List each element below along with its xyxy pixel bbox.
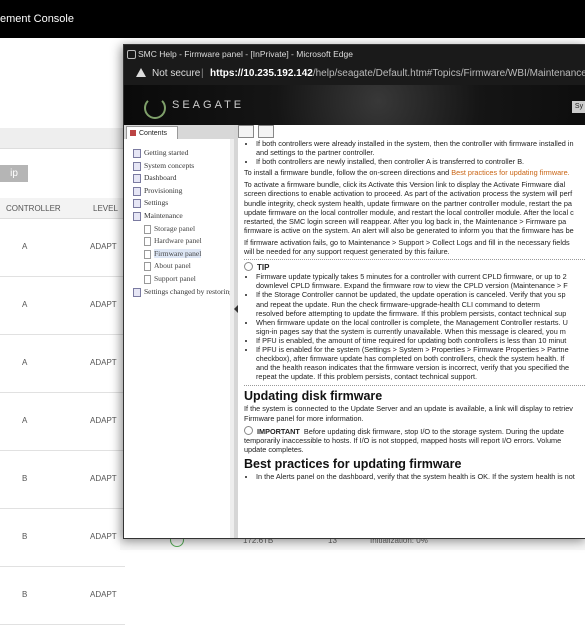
cell-level: ADAPT: [90, 358, 117, 367]
toc-item[interactable]: Maintenance: [144, 211, 183, 220]
toc-item[interactable]: Settings changed by restoring d: [144, 287, 239, 296]
cell-level: ADAPT: [90, 590, 117, 599]
cell-controller: A: [22, 300, 28, 309]
cell-controller: B: [22, 590, 28, 599]
toolbar-button-right[interactable]: [258, 125, 274, 138]
address-bar[interactable]: Not secure | https://10.235.192.142/help…: [124, 63, 585, 85]
warning-icon: [136, 68, 146, 77]
book-icon: [133, 174, 141, 184]
table-row[interactable]: B ADAPT: [0, 450, 125, 509]
table-row[interactable]: A ADAPT: [0, 276, 125, 335]
url-host: https://10.235.192.142: [210, 68, 313, 79]
important-icon: [244, 425, 253, 435]
cell-controller: B: [22, 532, 28, 541]
book-icon: [133, 287, 141, 297]
book-icon: [133, 149, 141, 158]
cell-level: ADAPT: [90, 416, 117, 425]
table-row[interactable]: A ADAPT: [0, 392, 125, 451]
url-path: /help/seagate/Default.htm#Topics/Firmwar…: [312, 68, 585, 79]
important-label: IMPORTANT: [257, 426, 300, 436]
cell-controller: B: [22, 474, 28, 483]
topic-page-icon: [144, 249, 151, 259]
activate-paragraph: To activate a firmware bundle, click its…: [244, 180, 574, 235]
important-paragraph: IMPORTANT Before updating disk firmware,…: [244, 425, 564, 454]
system-button[interactable]: Sy: [572, 101, 585, 113]
background-tab-strip: [0, 128, 125, 149]
cell-controller: A: [22, 358, 28, 367]
toc-item[interactable]: System concepts: [144, 161, 194, 170]
table-row[interactable]: A ADAPT: [0, 334, 125, 393]
table-row[interactable]: B ADAPT: [0, 508, 125, 567]
window-title: SMC Help - Firmware panel - [InPrivate] …: [138, 49, 353, 59]
toc-item[interactable]: Support panel: [154, 274, 196, 283]
toc-tabbar: Contents: [124, 125, 234, 139]
table-row[interactable]: B ADAPT: [0, 566, 125, 625]
best-practices-link[interactable]: Best practices for updating firmware.: [451, 168, 569, 177]
cell-level: ADAPT: [90, 300, 117, 309]
topic-page-icon: [144, 224, 151, 234]
tab-contents[interactable]: Contents: [126, 126, 178, 139]
contents-tab-icon: [130, 130, 136, 136]
background-app-title: ement Console: [0, 13, 74, 25]
help-article: If both controllers were already install…: [244, 139, 585, 483]
seagate-logo-icon: [144, 97, 166, 119]
background-app-titlebar: [0, 0, 585, 38]
window-titlebar: SMC Help - Firmware panel - [InPrivate] …: [124, 45, 585, 63]
cell-controller: A: [22, 416, 28, 425]
tab-contents-label: Contents: [139, 130, 168, 137]
tip-item: If the Storage Controller cannot be upda…: [256, 290, 585, 317]
toc-item[interactable]: Settings: [144, 198, 168, 207]
help-browser-window: SMC Help - Firmware panel - [InPrivate] …: [123, 44, 585, 539]
cell-level: ADAPT: [90, 242, 117, 251]
fail-paragraph: If firmware activation fails, go to Main…: [244, 237, 570, 257]
tip-item: If PFU is enabled for the system (Settin…: [256, 345, 585, 381]
toc-item[interactable]: Storage panel: [154, 224, 195, 233]
column-header-controller[interactable]: CONTROLLER: [6, 204, 61, 213]
heading-updating-disk-firmware: Updating disk firmware: [244, 389, 383, 404]
disk-paragraph: If the system is connected to the Update…: [244, 404, 573, 423]
not-secure-label[interactable]: Not secure: [152, 68, 200, 79]
topic-page-icon: [144, 262, 151, 272]
content-toolbar: [238, 125, 585, 138]
address-separator: |: [201, 68, 204, 79]
table-row[interactable]: A ADAPT: [0, 218, 125, 277]
toc-item[interactable]: About panel: [154, 261, 191, 270]
tip-label: TIP: [257, 263, 270, 273]
toc-item[interactable]: Provisioning: [144, 186, 182, 195]
book-icon: [133, 161, 141, 171]
toc-item[interactable]: Firmware panel: [154, 248, 202, 258]
cell-controller: A: [22, 242, 28, 251]
help-banner: SEAGATE Sy: [124, 85, 585, 125]
cell-level: ADAPT: [90, 532, 117, 541]
background-table-header: CONTROLLER LEVEL: [0, 198, 125, 219]
install-paragraph: To install a firmware bundle, follow the…: [244, 168, 570, 178]
brand-name: SEAGATE: [172, 99, 245, 111]
toc-item[interactable]: Getting started: [144, 148, 188, 157]
toc-item[interactable]: Hardware panel: [154, 236, 202, 245]
topic-page-icon: [144, 237, 151, 247]
book-icon: [133, 212, 141, 221]
list-item: In the Alerts panel on the dashboard, ve…: [256, 472, 585, 481]
book-icon: [133, 186, 141, 196]
toolbar-button-left[interactable]: [238, 125, 254, 138]
toc-pane: Contents Getting started System concepts D…: [124, 125, 239, 538]
tip-icon: [244, 262, 253, 272]
tip-item: If PFU is enabled, the amount of time re…: [256, 336, 585, 345]
tip-box: TIP Firmware update typically takes 5 mi…: [244, 259, 585, 387]
background-action-button[interactable]: ip: [0, 165, 28, 182]
topic-page-icon: [144, 275, 151, 284]
list-item: If both controllers are newly installed,…: [256, 157, 585, 166]
heading-best-practices: Best practices for updating firmware: [244, 456, 462, 471]
url-text[interactable]: https://10.235.192.142/help/seagate/Defa…: [210, 68, 585, 79]
tip-item: Firmware update typically takes 5 minute…: [256, 272, 585, 290]
window-icon: [127, 50, 136, 59]
list-item: If both controllers were already install…: [256, 139, 585, 157]
cell-level: ADAPT: [90, 474, 117, 483]
tip-item: When firmware update on the local contro…: [256, 318, 585, 336]
book-icon: [133, 199, 141, 209]
content-pane: If both controllers were already install…: [238, 125, 585, 538]
toc-item[interactable]: Dashboard: [144, 173, 177, 182]
column-header-level[interactable]: LEVEL: [93, 204, 118, 213]
